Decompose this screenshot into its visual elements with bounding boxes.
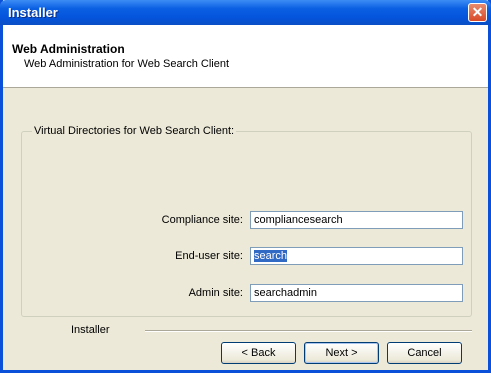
footer-label: Installer <box>71 324 110 336</box>
group-legend: Virtual Directories for Web Search Clien… <box>32 125 237 137</box>
wizard-header: Web Administration Web Administration fo… <box>3 25 488 88</box>
title-bar[interactable]: Installer ✕ <box>0 0 491 25</box>
end-user-site-input[interactable]: search <box>250 247 463 265</box>
installer-window: Installer ✕ Web Administration Web Admin… <box>0 0 491 373</box>
close-button[interactable]: ✕ <box>468 3 487 22</box>
admin-site-input[interactable]: searchadmin <box>250 284 463 302</box>
end-user-site-label: End-user site: <box>175 250 243 262</box>
cancel-button[interactable]: Cancel <box>387 342 462 364</box>
next-button[interactable]: Next > <box>304 342 379 364</box>
footer-divider <box>145 330 472 332</box>
page-title: Web Administration <box>12 42 125 56</box>
compliance-site-input[interactable]: compliancesearch <box>250 211 463 229</box>
window-title: Installer <box>8 5 58 20</box>
page-subtitle: Web Administration for Web Search Client <box>24 58 230 70</box>
back-button[interactable]: < Back <box>221 342 296 364</box>
close-icon: ✕ <box>471 4 484 20</box>
compliance-site-label: Compliance site: <box>161 214 243 226</box>
admin-site-label: Admin site: <box>188 287 243 299</box>
